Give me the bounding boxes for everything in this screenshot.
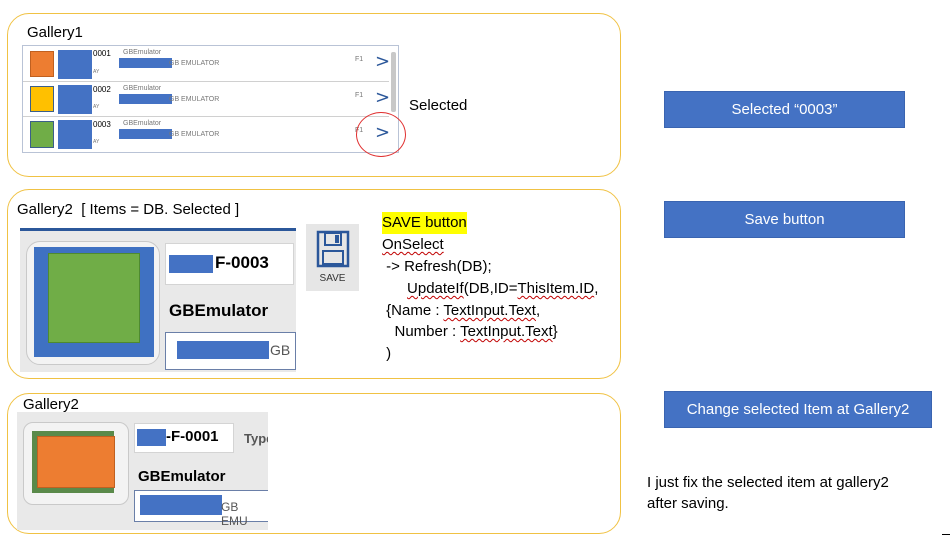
redacted-block (119, 94, 172, 104)
redacted-block (140, 495, 222, 515)
item-code: -F-0001 (166, 428, 219, 445)
row-sub: AY (93, 139, 100, 145)
save-button-label-box[interactable]: Save button (664, 201, 905, 238)
code-text: , (535, 302, 541, 319)
redacted-block (58, 120, 92, 149)
row-thumbnail (30, 121, 54, 148)
row-tag: F1 (355, 56, 364, 63)
note-line-1: I just fix the selected item at gallery2 (647, 474, 889, 491)
redacted-block (119, 58, 172, 68)
code-line-onselect: OnSelect (382, 236, 444, 253)
code-text: {Name : (382, 302, 444, 319)
row-thumbnail (30, 51, 54, 77)
gallery2-bottom-screen: -F-0001 Type GBEmulator GB EMU (17, 412, 268, 530)
row-desc: GB EMULATOR (169, 60, 220, 67)
item-image-fill (37, 436, 115, 488)
row-sub: AY (93, 104, 100, 110)
row-id: 0003 (93, 120, 111, 129)
gallery2-bottom-title: Gallery2 (23, 396, 79, 413)
redacted-block (169, 255, 213, 273)
code-text: , (594, 280, 599, 297)
gallery1-title: Gallery1 (27, 24, 83, 41)
save-code-heading: SAVE button (382, 212, 467, 234)
code-text: } (552, 323, 558, 340)
code-text: ThisItem.ID (517, 280, 595, 297)
change-selected-item-button[interactable]: Change selected Item at Gallery2 (664, 391, 932, 428)
code-text: Number : (382, 323, 461, 340)
chevron-right-icon[interactable]: > (375, 87, 390, 108)
input-suffix: GB EMU (221, 500, 248, 528)
save-icon (316, 230, 350, 268)
code-text: UpdateIf (407, 280, 464, 297)
divider-mark (942, 534, 950, 535)
redacted-block (58, 50, 92, 79)
row-desc: GB EMULATOR (169, 96, 220, 103)
selection-circle (356, 112, 406, 157)
row-name: GBEmulator (123, 85, 162, 92)
gallery1-row-selected[interactable]: 0003 AY GBEmulator GB EMULATOR F1 > (23, 117, 390, 153)
code-text: TextInput.Text (460, 323, 553, 340)
chevron-right-icon[interactable]: > (375, 51, 390, 72)
item-name: GBEmulator (138, 468, 226, 485)
save-icon-label: SAVE (319, 273, 346, 284)
row-tag: F1 (355, 92, 364, 99)
code-line-refresh: -> Refresh(DB); (382, 258, 492, 275)
item-image-fill (48, 253, 140, 343)
redacted-block (119, 129, 172, 139)
code-line-number: Number : TextInput.Text} (382, 321, 558, 343)
code-line-close: ) (382, 345, 392, 362)
code-text: TextInput.Text (443, 302, 536, 319)
selected-0003-button[interactable]: Selected “0003” (664, 91, 905, 128)
save-button[interactable]: SAVE (306, 224, 359, 291)
note-line-2: after saving. (647, 495, 729, 512)
gallery1-row[interactable]: 0002 AY GBEmulator GB EMULATOR F1 > (23, 82, 390, 117)
item-name: GBEmulator (169, 301, 269, 320)
type-label: Type (244, 431, 268, 446)
item-code: F-0003 (215, 253, 269, 272)
gallery2-top-screen: F-0003 GBEmulator GB (20, 228, 296, 372)
code-text: (DB,ID= (463, 280, 518, 297)
selected-label: Selected (409, 97, 468, 114)
input-suffix: GB (270, 342, 291, 358)
gallery1-row[interactable]: 0001 AY GBEmulator GB EMULATOR F1 > (23, 46, 390, 82)
row-desc: GB EMULATOR (169, 131, 220, 138)
gallery1-scrollbar[interactable] (391, 52, 396, 112)
row-name: GBEmulator (123, 120, 162, 127)
row-id: 0002 (93, 85, 111, 94)
gallery2-top-title: Gallery2 [ Items = DB. Selected ] (17, 201, 240, 218)
gallery1-list: 0001 AY GBEmulator GB EMULATOR F1 > 0002… (22, 45, 399, 153)
code-line-name: {Name : TextInput.Text, (382, 300, 540, 322)
redacted-block (177, 341, 269, 359)
redacted-block (58, 85, 92, 114)
code-line-updateif: UpdateIf(DB,ID=ThisItem.ID, (382, 278, 598, 300)
row-id: 0001 (93, 49, 111, 58)
row-sub: AY (93, 69, 100, 75)
row-thumbnail (30, 86, 54, 112)
redacted-block (137, 429, 166, 446)
row-name: GBEmulator (123, 49, 162, 56)
